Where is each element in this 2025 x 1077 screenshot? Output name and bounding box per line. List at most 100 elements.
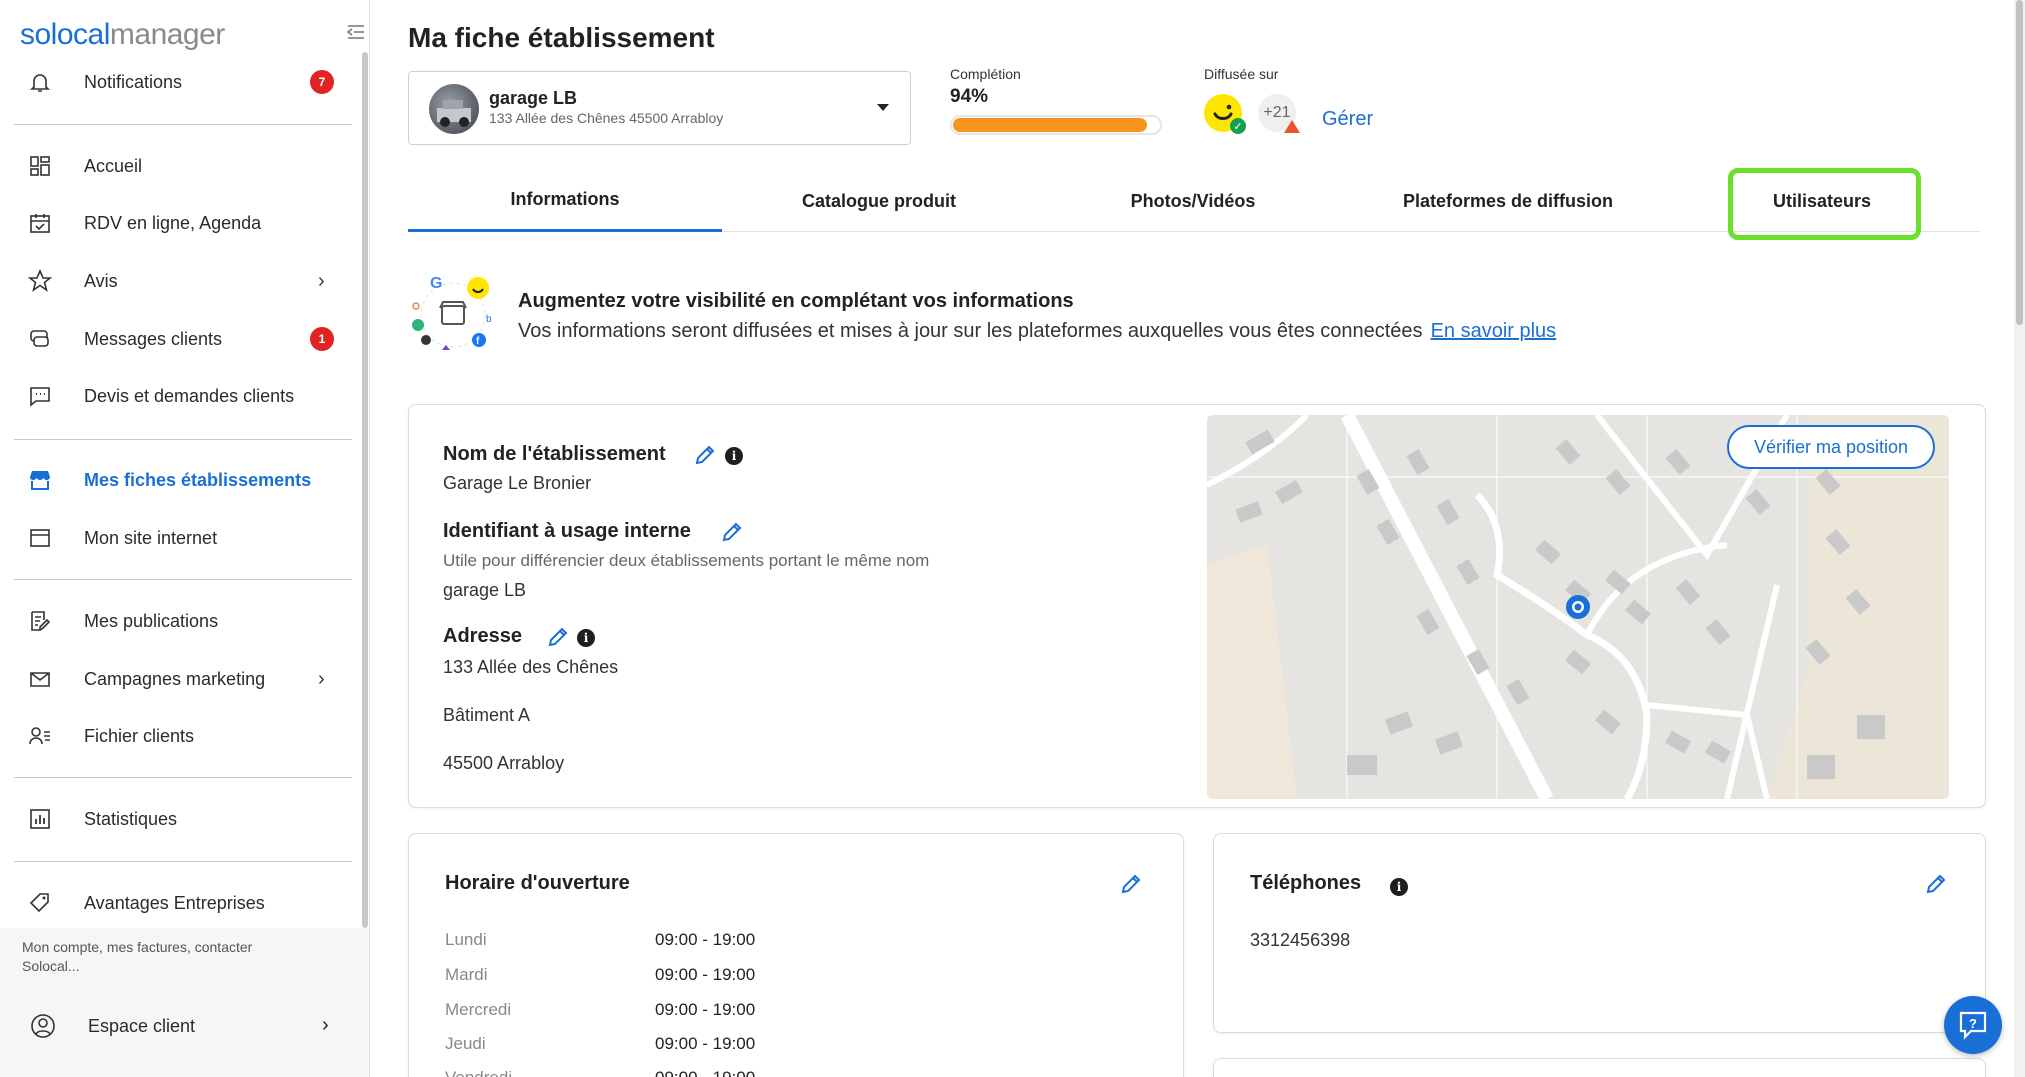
edit-hours-pencil-icon[interactable] — [1119, 872, 1143, 896]
solocal-manager-logo[interactable]: solocalmanager — [20, 18, 225, 52]
account-footer: Mon compte, mes factures, contacter Solo… — [0, 928, 369, 1077]
svg-text:G: G — [430, 275, 442, 292]
calendar-icon — [26, 209, 54, 237]
messages-icon — [26, 325, 54, 353]
banner-description: Vos informations seront diffusées et mis… — [518, 320, 1556, 343]
sidebar-item-fichier-clients[interactable]: Fichier clients — [0, 711, 356, 761]
gerer-link[interactable]: Gérer — [1322, 108, 1373, 131]
sidebar-item-avantages[interactable]: Avantages Entreprises — [0, 878, 356, 928]
address-line-1: 133 Allée des Chênes — [443, 657, 619, 677]
establishment-avatar — [429, 84, 479, 134]
sidebar-scrollbar[interactable] — [362, 52, 368, 928]
completion-progress-fill — [953, 118, 1147, 132]
sidebar-item-rdv-agenda[interactable]: RDV en ligne, Agenda — [0, 198, 356, 248]
edit-address-pencil-icon[interactable] — [546, 625, 570, 649]
sidebar-item-label: Statistiques — [84, 808, 178, 829]
completion-progress-bar — [950, 115, 1162, 135]
sidebar-item-messages-clients[interactable]: Messages clients 1 — [0, 314, 356, 364]
page-scrollbar[interactable] — [2014, 0, 2025, 1077]
address-field-title: Adresse — [443, 625, 522, 647]
phone-number: 3312456398 — [1250, 930, 1351, 950]
sidebar-item-label: Accueil — [84, 155, 143, 176]
opening-hours-card: Horaire d'ouverture Lundi 09:00 - 19:00 … — [408, 833, 1184, 1077]
banner-title: Augmentez votre visibilité en complétant… — [518, 290, 1074, 312]
info-icon[interactable]: i — [725, 447, 743, 465]
page-scrollbar-thumb[interactable] — [2016, 0, 2023, 325]
sidebar-item-label: Mes fiches établissements — [84, 469, 312, 490]
star-icon — [26, 267, 54, 295]
espace-client-link[interactable]: Espace client › — [0, 1002, 356, 1052]
establishment-selector[interactable]: garage LB 133 Allée des Chênes 45500 Arr… — [408, 71, 911, 145]
phones-title: Téléphones — [1250, 872, 1362, 894]
sidebar-item-statistiques[interactable]: Statistiques — [0, 794, 356, 844]
info-icon[interactable]: i — [1390, 878, 1408, 896]
hours-time: 09:00 - 19:00 — [655, 1034, 756, 1053]
sidebar-divider — [14, 439, 352, 440]
dashboard-icon — [26, 152, 54, 180]
sidebar-item-label: Messages clients — [84, 328, 223, 349]
tab-plateformes-diffusion[interactable]: Plateformes de diffusion — [1351, 170, 1665, 232]
edit-doc-icon — [26, 607, 54, 635]
sidebar-item-site-internet[interactable]: Mon site internet — [0, 513, 356, 563]
verify-position-button[interactable]: Vérifier ma position — [1727, 425, 1935, 469]
logo-text-solocal: solocal — [20, 18, 110, 51]
en-savoir-plus-link[interactable]: En savoir plus — [1431, 320, 1557, 342]
diffusee-label: Diffusée sur — [1204, 66, 1279, 82]
sidebar-item-mes-fiches[interactable]: Mes fiches établissements — [0, 455, 356, 505]
sidebar-divider — [14, 579, 352, 580]
caret-down-icon — [877, 104, 889, 111]
edit-internal-id-pencil-icon[interactable] — [720, 520, 744, 544]
edit-phones-pencil-icon[interactable] — [1924, 872, 1948, 896]
chart-icon — [26, 805, 54, 833]
store-icon — [26, 466, 54, 494]
hours-day: Mardi — [445, 965, 488, 984]
sidebar-divider — [14, 124, 352, 125]
establishment-info-card: Nom de l'établissement i Garage Le Broni… — [408, 404, 1986, 808]
hours-time: 09:00 - 19:00 — [655, 930, 756, 949]
hours-time: 09:00 - 19:00 — [655, 965, 756, 984]
tab-catalogue-produit[interactable]: Catalogue produit — [722, 170, 1036, 232]
warning-icon — [1284, 120, 1300, 133]
sidebar-item-accueil[interactable]: Accueil — [0, 141, 356, 191]
info-icon[interactable]: i — [577, 629, 595, 647]
hours-time: 09:00 - 19:00 — [655, 1068, 855, 1077]
sidebar-divider — [14, 861, 352, 862]
sidebar-item-devis[interactable]: Devis et demandes clients — [0, 371, 356, 421]
messages-count-badge: 1 — [310, 327, 334, 351]
users-list-icon — [26, 722, 54, 750]
sidebar-item-label: Devis et demandes clients — [84, 385, 295, 406]
tab-informations[interactable]: Informations — [408, 170, 722, 232]
tag-icon — [26, 889, 54, 917]
internal-id-field-title: Identifiant à usage interne — [443, 520, 691, 542]
page-title: Ma fiche établissement — [408, 22, 715, 53]
diffusion-platforms: Diffusée sur ✓ +21 — [1204, 66, 1424, 134]
sidebar-item-label: Avis — [84, 270, 118, 291]
bell-icon — [26, 68, 54, 96]
sidebar-item-label: Fichier clients — [84, 725, 195, 746]
user-circle-icon — [30, 1013, 56, 1044]
chevron-right-icon: › — [318, 269, 325, 292]
svg-text:?: ? — [1969, 1016, 1977, 1031]
espace-client-label: Espace client — [88, 1016, 196, 1036]
sidebar-item-publications[interactable]: Mes publications — [0, 596, 356, 646]
hours-title: Horaire d'ouverture — [445, 872, 630, 894]
sidebar-item-label: Mes publications — [84, 610, 219, 631]
collapse-sidebar-icon[interactable] — [346, 24, 366, 40]
address-line-2: Bâtiment A — [443, 705, 531, 725]
check-icon: ✓ — [1230, 118, 1246, 134]
location-map[interactable] — [1207, 415, 1949, 799]
hours-day: Jeudi — [445, 1034, 486, 1053]
edit-name-pencil-icon[interactable] — [693, 443, 717, 467]
help-chat-button[interactable]: ? — [1944, 996, 2002, 1054]
sidebar-divider — [14, 777, 352, 778]
utilisateurs-tab-highlight — [1728, 168, 1921, 240]
chevron-right-icon: › — [322, 1014, 329, 1036]
sidebar-item-avis[interactable]: Avis › — [0, 256, 356, 306]
sidebar-item-notifications[interactable]: Notifications 7 — [0, 57, 356, 107]
tab-photos-videos[interactable]: Photos/Vidéos — [1036, 170, 1350, 232]
sidebar-item-campagnes[interactable]: Campagnes marketing › — [0, 654, 356, 704]
sidebar-item-label: Mon site internet — [84, 527, 218, 548]
logo-text-manager: manager — [109, 18, 225, 51]
completion-indicator: Complétion 94% — [950, 66, 1170, 135]
hours-day: Vendredi — [445, 1068, 625, 1077]
